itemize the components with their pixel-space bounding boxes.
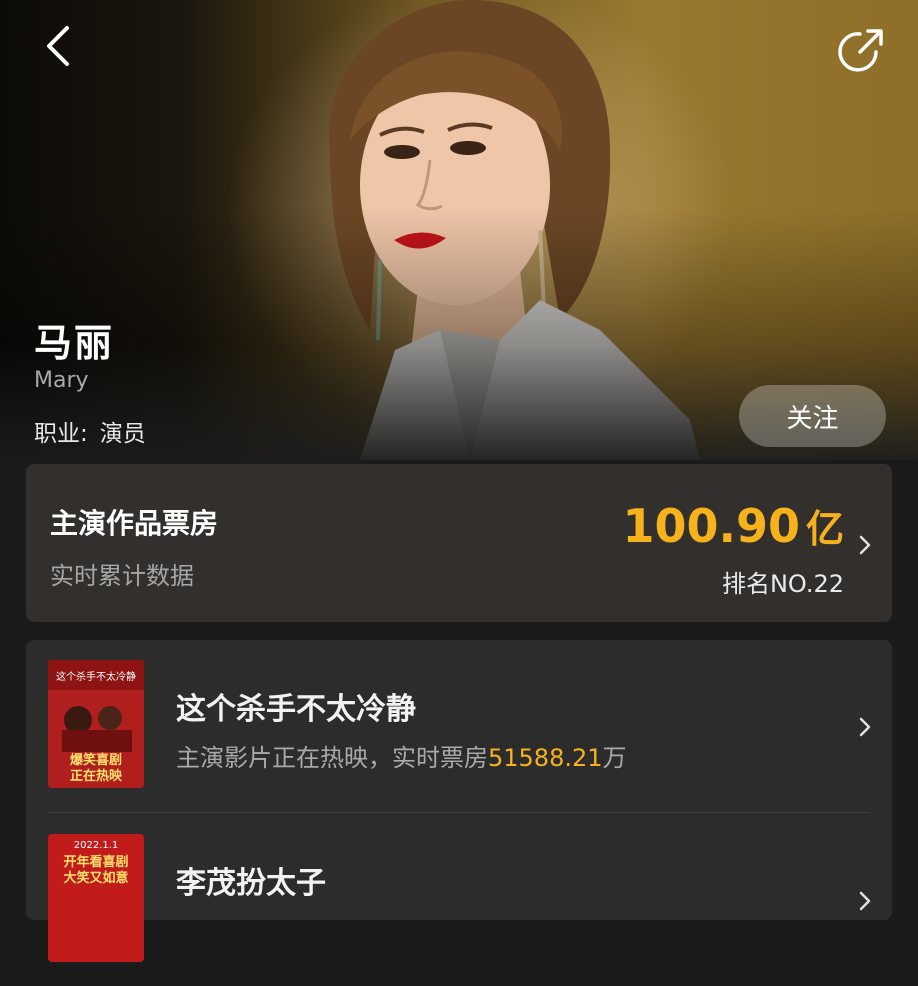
- chevron-right-icon: [859, 535, 871, 555]
- poster-date: 2022.1.1: [74, 840, 119, 851]
- box-office-subtitle: 实时累计数据: [50, 562, 194, 590]
- movie-title: 李茂扮太子: [176, 866, 326, 901]
- share-icon[interactable]: [836, 22, 890, 76]
- movie-item[interactable]: 2022.1.1 开年看喜剧 大笑又如意 李茂扮太子: [26, 814, 892, 986]
- occupation-value: 演员: [99, 421, 146, 447]
- poster-slogan-1: 开年看喜剧: [63, 854, 128, 870]
- profile-header: 马丽 Mary 职业: 演员 关注: [0, 0, 918, 460]
- poster-top-text: 这个杀手不太冷静: [56, 670, 136, 683]
- movie-desc-suffix: 万: [602, 744, 627, 772]
- poster-slogan-2: 大笑又如意: [63, 870, 128, 886]
- back-button[interactable]: [34, 22, 82, 70]
- chevron-right-icon: [859, 717, 871, 737]
- box-office-amount: 100.90 亿: [622, 498, 844, 553]
- movie-box-office-value: 51588.21: [488, 744, 603, 772]
- chevron-left-icon: [47, 26, 69, 66]
- actor-name: 马丽: [34, 321, 115, 365]
- poster-slogan-2: 正在热映: [70, 768, 123, 784]
- movie-description: 主演影片正在热映，实时票房51588.21万: [176, 738, 627, 773]
- box-office-unit: 亿: [805, 507, 844, 551]
- movie-poster: 这个杀手不太冷静 爆笑喜剧 正在热映: [48, 660, 144, 788]
- poster-slogan-1: 爆笑喜剧: [70, 752, 122, 768]
- box-office-card[interactable]: 主演作品票房 实时累计数据 100.90 亿 排名NO.22: [26, 464, 892, 622]
- follow-button[interactable]: 关注: [739, 385, 886, 447]
- poster-image: 2022.1.1 开年看喜剧 大笑又如意: [48, 834, 144, 962]
- occupation-label: 职业:: [34, 421, 88, 447]
- box-office-rank: 排名NO.22: [721, 570, 844, 598]
- list-divider: [48, 812, 870, 813]
- box-office-value: 100.90: [622, 499, 800, 553]
- movie-poster: 2022.1.1 开年看喜剧 大笑又如意: [48, 834, 144, 962]
- box-office-title: 主演作品票房: [50, 507, 219, 540]
- actor-english-name: Mary: [34, 368, 89, 393]
- poster-image: 这个杀手不太冷静 爆笑喜剧 正在热映: [48, 660, 144, 788]
- actor-occupation: 职业: 演员: [34, 414, 146, 448]
- movie-list: 这个杀手不太冷静 爆笑喜剧 正在热映 这个杀手不太冷静 主演影片正在热映，实时票…: [26, 640, 892, 962]
- movie-title: 这个杀手不太冷静: [176, 692, 416, 727]
- chevron-right-icon: [859, 891, 871, 911]
- movie-desc-prefix: 主演影片正在热映，实时票房: [176, 744, 488, 772]
- movie-item[interactable]: 这个杀手不太冷静 爆笑喜剧 正在热映 这个杀手不太冷静 主演影片正在热映，实时票…: [26, 640, 892, 813]
